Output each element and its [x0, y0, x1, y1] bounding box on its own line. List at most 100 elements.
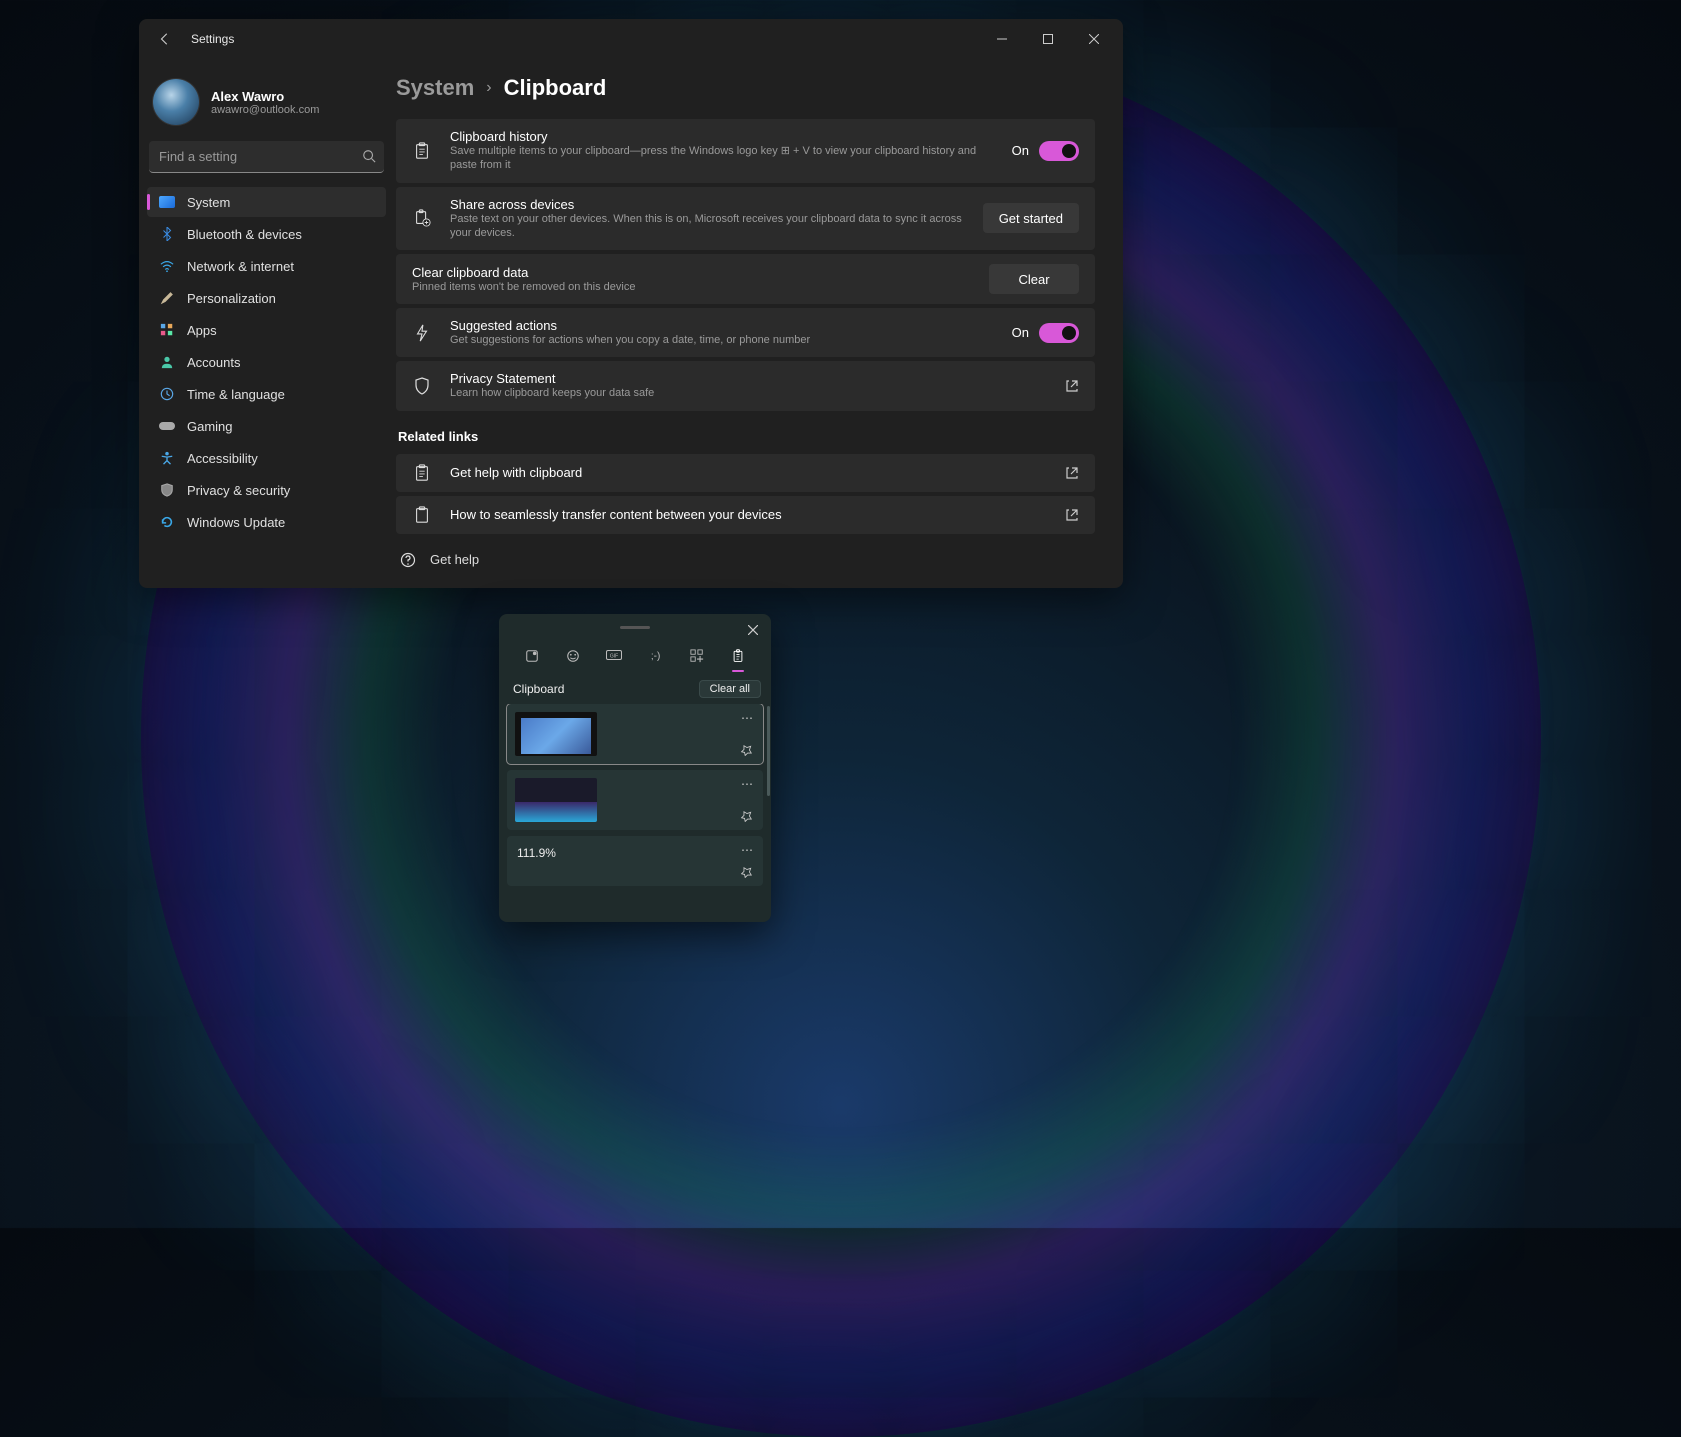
svg-text:GIF: GIF	[610, 654, 618, 660]
sidebar-item-label: Accessibility	[187, 451, 258, 466]
back-button[interactable]	[153, 27, 177, 51]
more-button[interactable]: ⋯	[737, 708, 757, 728]
nav: System Bluetooth & devices Network & int…	[147, 187, 386, 537]
clipboard-icon	[412, 142, 432, 160]
sidebar-item-update[interactable]: Windows Update	[147, 507, 386, 537]
popup-close-button[interactable]	[743, 620, 763, 640]
setting-subtitle: Learn how clipboard keeps your data safe	[450, 386, 1047, 400]
sidebar-item-privacy[interactable]: Privacy & security	[147, 475, 386, 505]
pin-button[interactable]	[737, 862, 757, 882]
sidebar-item-network[interactable]: Network & internet	[147, 251, 386, 281]
link-transfer-content[interactable]: How to seamlessly transfer content betwe…	[396, 496, 1095, 534]
titlebar: Settings	[139, 19, 1123, 59]
popup-list: ⋯ ⋯ 111.9% ⋯	[499, 704, 771, 922]
sidebar-item-accounts[interactable]: Accounts	[147, 347, 386, 377]
sidebar-item-label: Network & internet	[187, 259, 294, 274]
chevron-right-icon: ›	[486, 79, 491, 97]
scrollbar[interactable]	[767, 706, 770, 796]
clipboard-item[interactable]: ⋯	[507, 704, 763, 764]
toggle-state: On	[1012, 325, 1029, 340]
setting-clipboard-history[interactable]: Clipboard history Save multiple items to…	[396, 119, 1095, 183]
popup-title: Clipboard	[513, 682, 564, 696]
sidebar-item-label: Time & language	[187, 387, 285, 402]
sidebar-item-personalization[interactable]: Personalization	[147, 283, 386, 313]
sidebar-item-label: Windows Update	[187, 515, 285, 530]
pin-button[interactable]	[737, 806, 757, 826]
external-link-icon	[1065, 466, 1079, 480]
setting-title: Privacy Statement	[450, 371, 1047, 386]
link-help-clipboard[interactable]: Get help with clipboard	[396, 454, 1095, 492]
sidebar: Alex Wawro awawro@outlook.com System	[139, 59, 394, 588]
setting-suggested-actions[interactable]: Suggested actions Get suggestions for ac…	[396, 308, 1095, 357]
link-label: Get help with clipboard	[450, 465, 1047, 480]
shield-icon	[159, 482, 175, 498]
clipboard-item[interactable]: ⋯	[507, 770, 763, 830]
setting-privacy-statement[interactable]: Privacy Statement Learn how clipboard ke…	[396, 361, 1095, 410]
lightning-icon	[412, 324, 432, 342]
clipboard-thumbnail	[515, 778, 597, 822]
toggle-clipboard-history[interactable]	[1039, 141, 1079, 161]
clipboard-item[interactable]: 111.9% ⋯	[507, 836, 763, 886]
page-title: Clipboard	[504, 75, 607, 101]
clipboard-thumbnail	[515, 712, 597, 756]
main-content: System › Clipboard Clipboard history Sav…	[394, 59, 1123, 588]
sidebar-item-label: Gaming	[187, 419, 233, 434]
more-button[interactable]: ⋯	[737, 840, 757, 860]
get-started-button[interactable]: Get started	[983, 203, 1079, 233]
pin-button[interactable]	[737, 740, 757, 760]
sidebar-item-time[interactable]: Time & language	[147, 379, 386, 409]
profile-email: awawro@outlook.com	[211, 104, 319, 116]
get-help-link[interactable]: Get help	[396, 538, 1095, 568]
sidebar-item-system[interactable]: System	[147, 187, 386, 217]
close-button[interactable]	[1071, 24, 1117, 54]
wifi-icon	[159, 258, 175, 274]
tab-kaomoji[interactable]: ;-)	[644, 644, 668, 668]
drag-handle[interactable]	[620, 626, 650, 629]
tab-gif[interactable]: GIF	[602, 644, 626, 668]
popup-tabs: GIF ;-)	[499, 640, 771, 674]
setting-title: Share across devices	[450, 197, 965, 212]
breadcrumb-parent[interactable]: System	[396, 75, 474, 101]
tab-recent[interactable]	[520, 644, 544, 668]
shield-outline-icon	[412, 377, 432, 395]
setting-subtitle: Get suggestions for actions when you cop…	[450, 333, 994, 347]
person-icon	[159, 354, 175, 370]
window-title: Settings	[191, 32, 234, 46]
profile[interactable]: Alex Wawro awawro@outlook.com	[147, 67, 386, 141]
sidebar-item-apps[interactable]: Apps	[147, 315, 386, 345]
sidebar-item-bluetooth[interactable]: Bluetooth & devices	[147, 219, 386, 249]
sidebar-item-label: System	[187, 195, 230, 210]
toggle-suggested-actions[interactable]	[1039, 323, 1079, 343]
get-help-label: Get help	[430, 552, 479, 567]
setting-share-devices[interactable]: Share across devices Paste text on your …	[396, 187, 1095, 251]
clear-all-button[interactable]: Clear all	[699, 680, 761, 698]
external-link-icon	[1065, 379, 1079, 393]
sidebar-item-label: Privacy & security	[187, 483, 290, 498]
sidebar-item-label: Bluetooth & devices	[187, 227, 302, 242]
tab-clipboard[interactable]	[726, 644, 750, 668]
tab-symbols[interactable]	[685, 644, 709, 668]
related-links-heading: Related links	[398, 429, 1095, 444]
system-icon	[159, 196, 175, 208]
more-button[interactable]: ⋯	[737, 774, 757, 794]
sidebar-item-accessibility[interactable]: Accessibility	[147, 443, 386, 473]
tab-emoji[interactable]	[561, 644, 585, 668]
search-icon	[362, 149, 376, 163]
link-label: How to seamlessly transfer content betwe…	[450, 507, 1047, 522]
setting-title: Suggested actions	[450, 318, 994, 333]
update-icon	[159, 514, 175, 530]
bluetooth-icon	[159, 226, 175, 242]
settings-window: Settings Alex Wawro awawro@outlook.com	[139, 19, 1123, 588]
breadcrumb: System › Clipboard	[396, 75, 1095, 101]
avatar	[153, 79, 199, 125]
setting-subtitle: Save multiple items to your clipboard—pr…	[450, 144, 994, 173]
sidebar-item-label: Accounts	[187, 355, 240, 370]
clear-button[interactable]: Clear	[989, 264, 1079, 294]
setting-clear-data: Clear clipboard data Pinned items won't …	[396, 254, 1095, 304]
game-icon	[159, 418, 175, 434]
sidebar-item-gaming[interactable]: Gaming	[147, 411, 386, 441]
maximize-button[interactable]	[1025, 24, 1071, 54]
minimize-button[interactable]	[979, 24, 1025, 54]
profile-name: Alex Wawro	[211, 89, 319, 104]
search-input[interactable]	[149, 141, 384, 173]
